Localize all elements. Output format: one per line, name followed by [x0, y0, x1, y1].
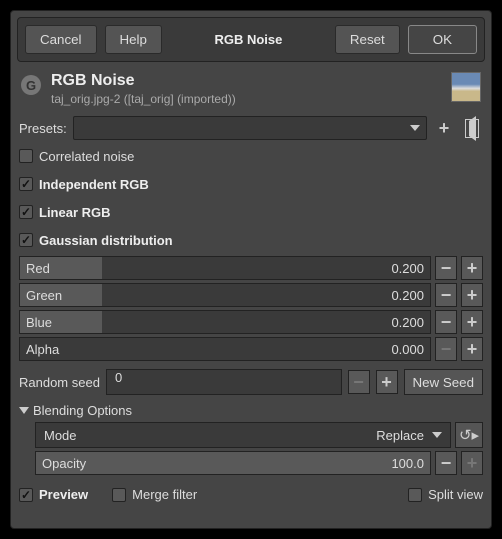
blue-decrement[interactable]: − [435, 310, 457, 334]
alpha-value: 0.000 [391, 342, 424, 357]
reset-icon: ↺▸ [459, 426, 479, 444]
new-seed-button[interactable]: New Seed [404, 369, 484, 395]
alpha-label: Alpha [20, 342, 59, 357]
minus-icon: − [353, 373, 364, 391]
thumbnail [451, 72, 481, 102]
linear-rgb-checkbox[interactable] [19, 205, 33, 219]
gaussian-checkbox[interactable] [19, 233, 33, 247]
opacity-slider[interactable]: Opacity 100.0 [35, 451, 431, 475]
button-bar: Cancel Help RGB Noise Reset OK [17, 17, 485, 62]
green-decrement[interactable]: − [435, 283, 457, 307]
mode-dropdown[interactable]: Mode Replace [35, 422, 451, 448]
gaussian-label[interactable]: Gaussian distribution [39, 233, 173, 248]
random-seed-label: Random seed [19, 375, 100, 390]
opacity-increment: + [461, 451, 483, 475]
manage-icon [465, 119, 479, 138]
filter-subtitle: taj_orig.jpg-2 ([taj_orig] (imported)) [51, 92, 441, 106]
mode-label: Mode [44, 428, 77, 443]
mode-value: Replace [376, 428, 424, 443]
blending-options-label: Blending Options [33, 403, 132, 418]
red-decrement[interactable]: − [435, 256, 457, 280]
random-seed-input[interactable]: 0 [106, 369, 342, 395]
independent-rgb-label[interactable]: Independent RGB [39, 177, 149, 192]
chevron-down-icon [410, 125, 420, 131]
minus-icon: − [441, 454, 452, 472]
help-button[interactable]: Help [105, 25, 162, 54]
green-value: 0.200 [391, 288, 424, 303]
correlated-noise-label[interactable]: Correlated noise [39, 149, 134, 164]
plus-icon: + [467, 313, 478, 331]
correlated-noise-checkbox[interactable] [19, 149, 33, 163]
green-increment[interactable]: + [461, 283, 483, 307]
plus-icon: + [381, 373, 392, 391]
minus-icon: − [441, 340, 452, 358]
minus-icon: − [441, 313, 452, 331]
merge-filter-checkbox[interactable] [112, 488, 126, 502]
header: G RGB Noise taj_orig.jpg-2 ([taj_orig] (… [21, 72, 481, 106]
plus-icon: + [467, 259, 478, 277]
preset-add-button[interactable]: + [433, 117, 455, 139]
preset-manage-button[interactable] [461, 117, 483, 139]
red-slider[interactable]: Red 0.200 [19, 256, 431, 280]
red-label: Red [20, 261, 50, 276]
reset-button[interactable]: Reset [335, 25, 400, 54]
independent-rgb-checkbox[interactable] [19, 177, 33, 191]
plus-icon: + [467, 454, 478, 472]
minus-icon: − [441, 286, 452, 304]
dialog-title: RGB Noise [204, 26, 292, 53]
cancel-button[interactable]: Cancel [25, 25, 97, 54]
presets-row: Presets: + [19, 116, 483, 140]
expand-icon [19, 407, 29, 414]
red-value: 0.200 [391, 261, 424, 276]
gimp-icon: G [21, 75, 41, 95]
opacity-value: 100.0 [391, 456, 424, 471]
blue-slider[interactable]: Blue 0.200 [19, 310, 431, 334]
blue-label: Blue [20, 315, 52, 330]
alpha-slider[interactable]: Alpha 0.000 [19, 337, 431, 361]
opacity-decrement[interactable]: − [435, 451, 457, 475]
presets-dropdown[interactable] [73, 116, 427, 140]
plus-icon: + [467, 286, 478, 304]
alpha-decrement: − [435, 337, 457, 361]
rgb-noise-dialog: Cancel Help RGB Noise Reset OK G RGB Noi… [10, 10, 492, 529]
linear-rgb-label[interactable]: Linear RGB [39, 205, 111, 220]
green-label: Green [20, 288, 62, 303]
preview-label[interactable]: Preview [39, 487, 88, 502]
alpha-increment[interactable]: + [461, 337, 483, 361]
presets-label: Presets: [19, 121, 67, 136]
green-slider[interactable]: Green 0.200 [19, 283, 431, 307]
seed-increment[interactable]: + [376, 370, 398, 394]
red-increment[interactable]: + [461, 256, 483, 280]
chevron-down-icon [432, 432, 442, 438]
minus-icon: − [441, 259, 452, 277]
blue-increment[interactable]: + [461, 310, 483, 334]
split-view-label[interactable]: Split view [428, 487, 483, 502]
ok-button[interactable]: OK [408, 25, 477, 54]
blue-value: 0.200 [391, 315, 424, 330]
merge-filter-label[interactable]: Merge filter [132, 487, 197, 502]
preview-checkbox[interactable] [19, 488, 33, 502]
split-view-checkbox[interactable] [408, 488, 422, 502]
blending-options-header[interactable]: Blending Options [19, 403, 483, 418]
seed-decrement: − [348, 370, 370, 394]
plus-icon: + [467, 340, 478, 358]
plus-icon: + [439, 119, 450, 137]
mode-reset-button[interactable]: ↺▸ [455, 422, 483, 448]
filter-title: RGB Noise [51, 72, 441, 90]
opacity-label: Opacity [36, 456, 86, 471]
